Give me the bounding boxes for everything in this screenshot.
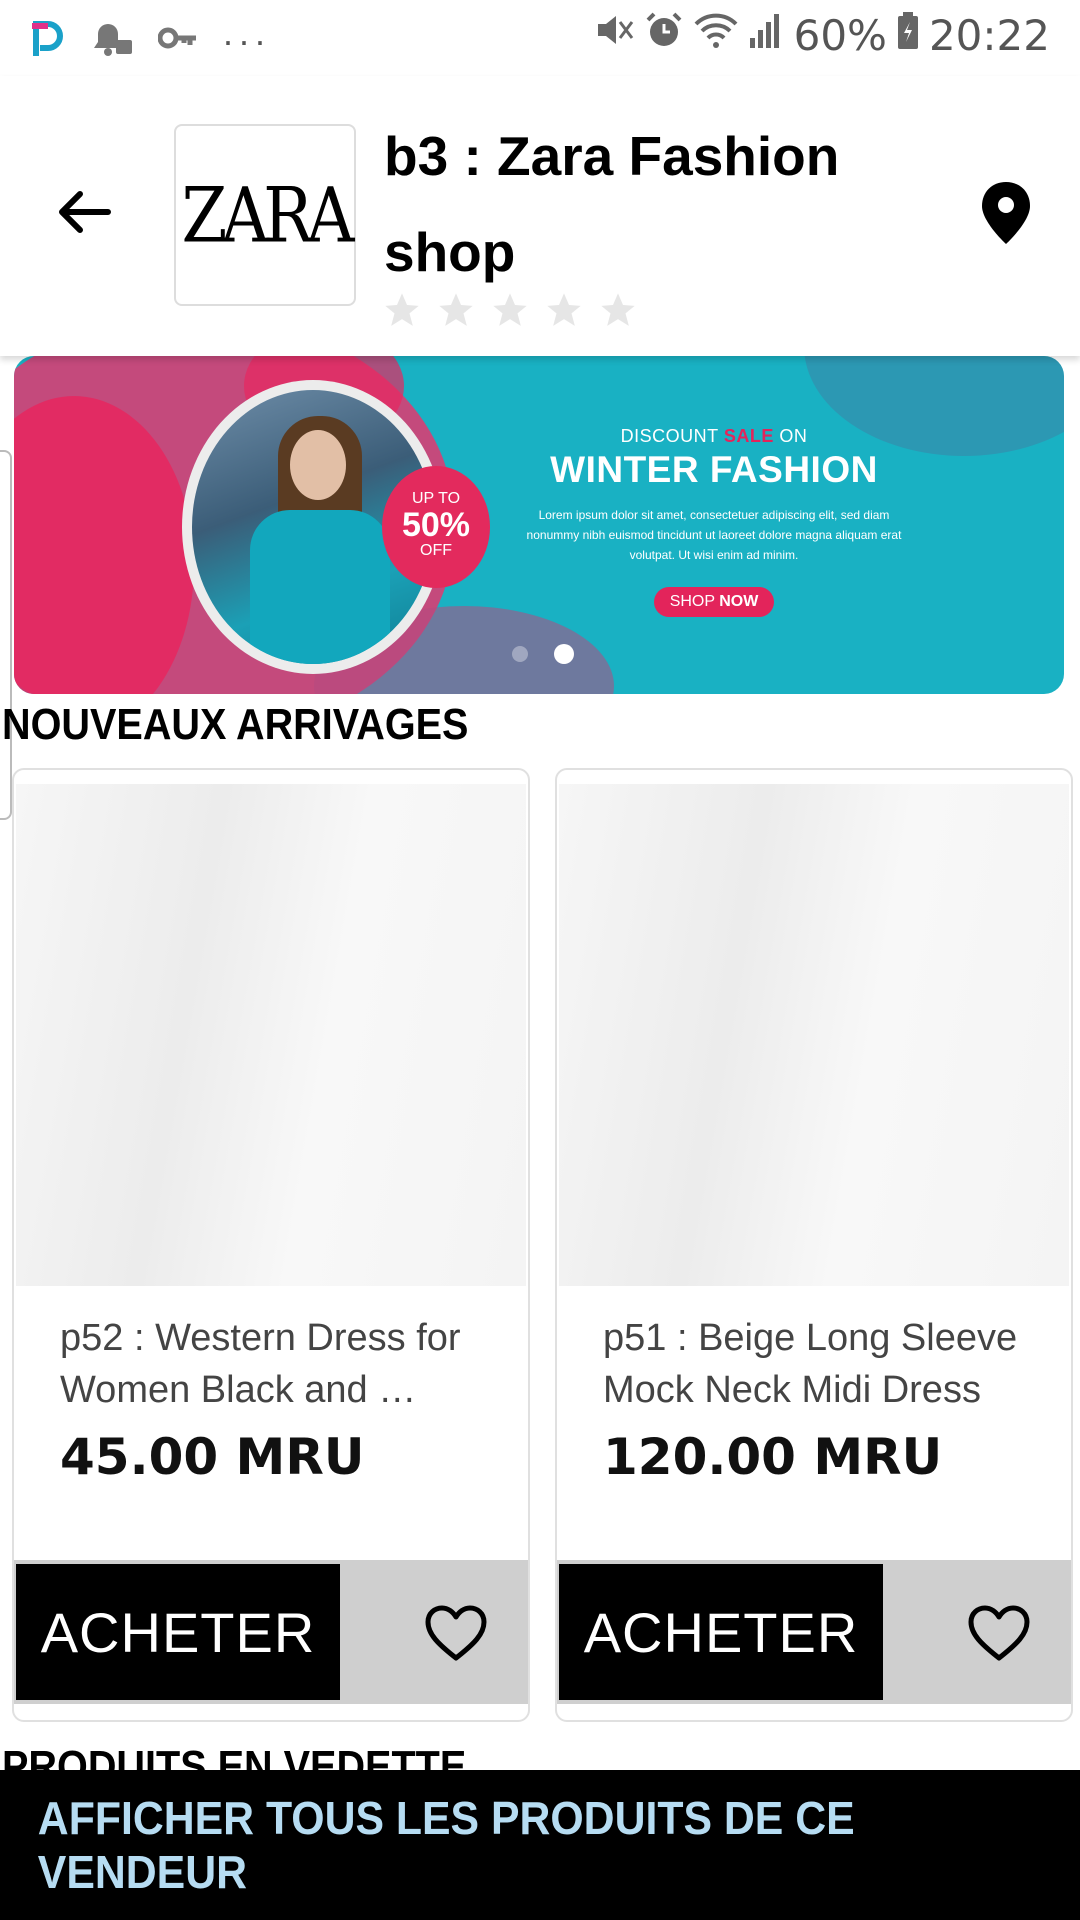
status-right-icons: 60% 20:22: [594, 10, 1050, 60]
carousel-dot-active[interactable]: [554, 644, 574, 664]
banner-headline: WINTER FASHION: [550, 449, 878, 490]
favorite-button[interactable]: [424, 1604, 488, 1664]
side-drawer-handle[interactable]: [0, 450, 12, 820]
rating-stars: [382, 290, 638, 330]
section-title-new-arrivals: NOUVEAUX ARRIVAGES: [2, 700, 469, 749]
more-dots-icon: ···: [222, 19, 270, 61]
notification-bell-icon: [88, 18, 134, 63]
buy-button[interactable]: ACHETER: [16, 1564, 340, 1700]
product-card[interactable]: p51 : Beige Long Sleeve Mock Neck Midi D…: [555, 768, 1073, 1722]
product-image[interactable]: [559, 784, 1069, 1286]
promo-banner[interactable]: UP TO 50% OFF DISCOUNT SALE ON WINTER FA…: [14, 356, 1064, 694]
back-button[interactable]: [52, 180, 116, 244]
shop-title: b3 : Zara Fashion shop: [384, 125, 840, 283]
status-left-icons: ···: [28, 16, 270, 65]
location-pin-icon: [982, 182, 1030, 244]
favorite-button[interactable]: [967, 1604, 1031, 1664]
view-all-products-label: AFFICHER TOUS LES PRODUITS DE CE VENDEUR: [37, 1792, 855, 1898]
product-price: 120.00 MRU: [603, 1428, 943, 1486]
heart-icon: [425, 1605, 487, 1661]
alarm-icon: [644, 10, 684, 60]
banner-text: DISCOUNT SALE ON WINTER FASHION Lorem ip…: [504, 426, 924, 617]
buy-button[interactable]: ACHETER: [559, 1564, 883, 1700]
shop-now-button[interactable]: SHOP NOW: [653, 587, 775, 617]
product-price: 45.00 MRU: [60, 1428, 365, 1486]
product-actions: ACHETER: [14, 1560, 528, 1704]
view-all-products-button[interactable]: AFFICHER TOUS LES PRODUITS DE CE VENDEUR: [0, 1770, 1080, 1920]
shop-header: ZARA b3 : Zara Fashion shop: [0, 76, 1080, 356]
shop-logo-text: ZARA: [181, 170, 355, 260]
status-bar: ··· 60% 20:22: [0, 0, 1080, 76]
star-icon: [601, 293, 635, 326]
key-icon: [157, 23, 198, 58]
product-image[interactable]: [16, 784, 526, 1286]
heart-icon: [968, 1605, 1030, 1661]
product-name: p52 : Western Dress for Women Black and …: [60, 1317, 461, 1411]
clock: 20:22: [928, 10, 1050, 60]
battery-icon: [897, 11, 919, 60]
shop-logo: ZARA: [174, 124, 356, 306]
product-card[interactable]: p52 : Western Dress for Women Black and …: [12, 768, 530, 1722]
star-icon: [493, 293, 527, 326]
star-icon: [385, 293, 419, 326]
arrow-left-icon: [59, 191, 111, 233]
battery-percent: 60%: [793, 10, 887, 60]
carousel-dot[interactable]: [512, 646, 528, 662]
star-icon: [547, 293, 581, 326]
mute-icon: [594, 10, 634, 60]
discount-badge: UP TO 50% OFF: [382, 466, 490, 588]
banner-kicker: DISCOUNT SALE ON: [620, 426, 808, 446]
location-button[interactable]: [980, 180, 1032, 246]
signal-icon: [748, 10, 784, 60]
banner-body: Lorem ipsum dolor sit amet, consectetuer…: [526, 508, 902, 562]
star-icon: [439, 293, 473, 326]
wifi-icon: [694, 10, 738, 60]
product-actions: ACHETER: [557, 1560, 1071, 1704]
product-name: p51 : Beige Long Sleeve Mock Neck Midi D…: [603, 1317, 1018, 1411]
app-p-icon: [28, 16, 64, 65]
